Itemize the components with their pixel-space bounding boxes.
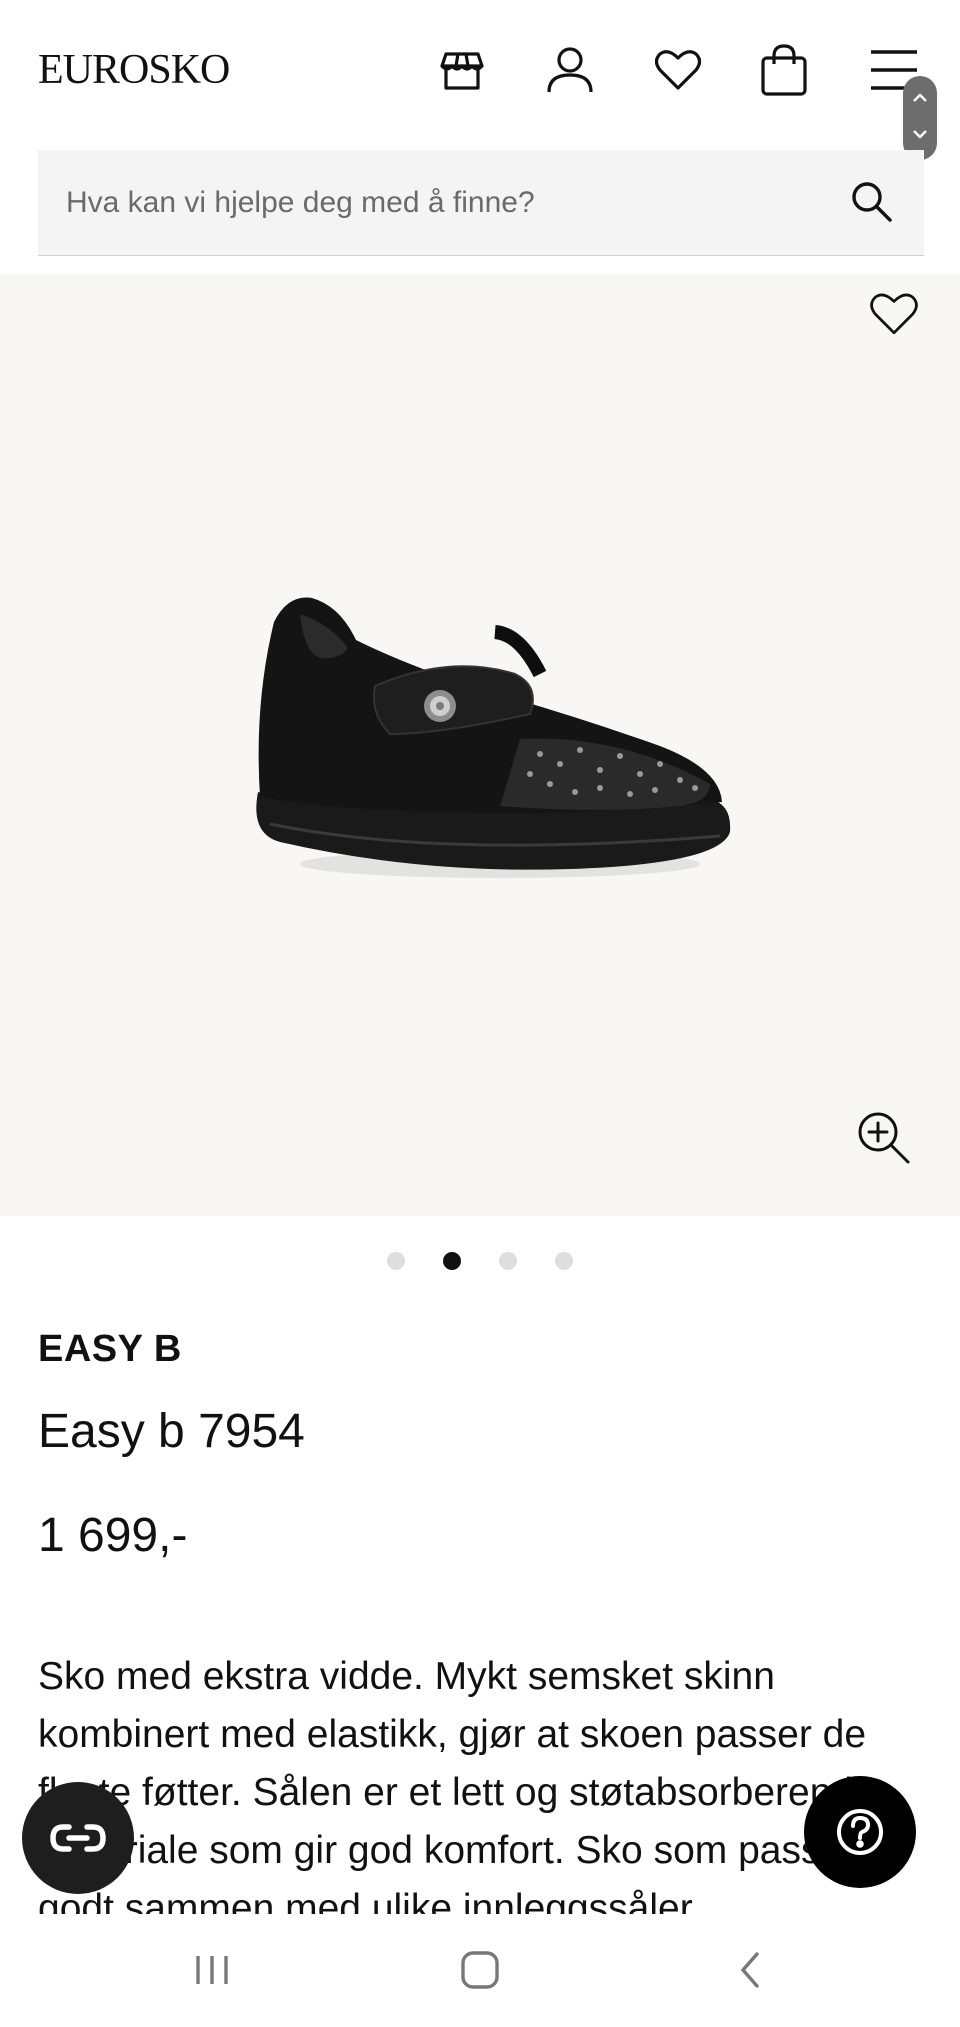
account-icon[interactable]: [542, 40, 598, 100]
add-to-wishlist-icon[interactable]: [870, 292, 918, 341]
help-button[interactable]: [804, 1776, 916, 1888]
product-image: [256, 597, 731, 878]
search-input[interactable]: [66, 178, 826, 228]
gallery-dot[interactable]: [499, 1252, 517, 1270]
wishlist-icon[interactable]: [650, 40, 706, 100]
link-icon: [50, 1824, 106, 1852]
site-header: EUROSKO: [0, 0, 960, 160]
back-icon[interactable]: [710, 1942, 790, 1998]
cart-icon[interactable]: [756, 40, 812, 100]
zoom-in-icon[interactable]: [856, 1110, 912, 1171]
gallery-dot-active[interactable]: [443, 1252, 461, 1270]
product-brand[interactable]: EASY B: [38, 1328, 182, 1371]
product-price: 1 699,-: [38, 1509, 188, 1562]
product-name: Easy b 7954: [38, 1405, 305, 1458]
product-image-gallery[interactable]: [0, 274, 960, 1216]
scroll-handle[interactable]: [903, 76, 937, 160]
home-icon[interactable]: [440, 1942, 520, 1998]
search-bar: [38, 150, 924, 256]
chat-button[interactable]: [22, 1782, 134, 1894]
system-navigation-bar: [0, 1914, 960, 2027]
gallery-pagination: [0, 1252, 960, 1270]
store-icon[interactable]: [434, 40, 490, 100]
recent-apps-icon[interactable]: [172, 1942, 252, 1998]
question-icon: [837, 1809, 883, 1855]
eurosko-logo[interactable]: EUROSKO: [38, 46, 230, 94]
gallery-dot[interactable]: [387, 1252, 405, 1270]
product-description: Sko med ekstra vidde. Mykt semsket skinn…: [38, 1655, 875, 1930]
gallery-dot[interactable]: [555, 1252, 573, 1270]
search-icon[interactable]: [850, 180, 894, 229]
